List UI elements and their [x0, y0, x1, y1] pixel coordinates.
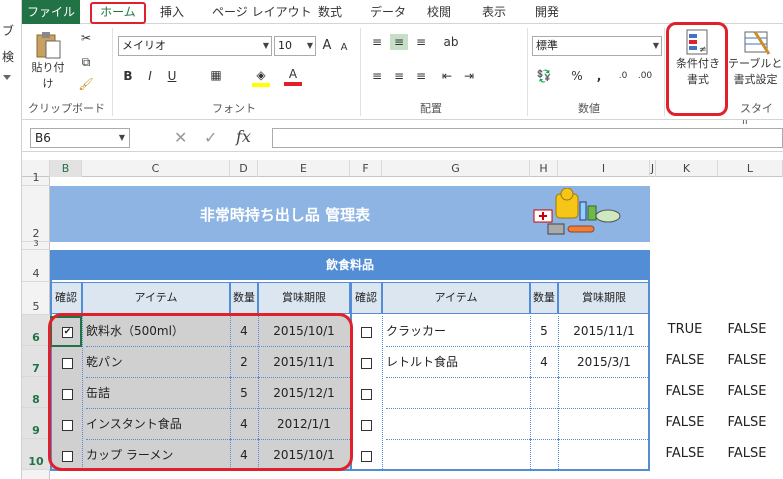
right-item-1: クラッカー	[386, 316, 530, 347]
checkbox-right-2[interactable]	[361, 358, 372, 369]
flag-l-6: FALSE	[727, 322, 767, 337]
right-expiry-5	[558, 440, 650, 471]
selection-highlight	[48, 313, 353, 471]
grid-line	[558, 316, 559, 471]
right-qty-5	[530, 440, 558, 471]
right-item-5	[386, 440, 530, 471]
right-qty-3	[530, 378, 558, 409]
right-expiry-4	[558, 409, 650, 440]
flag-l-10: FALSE	[727, 446, 767, 461]
grid-line	[530, 316, 531, 471]
flag-k-9: FALSE	[665, 415, 705, 430]
right-item-4	[386, 409, 530, 440]
right-qty-4	[530, 409, 558, 440]
right-expiry-2: 2015/3/1	[558, 347, 650, 378]
table-border-right	[648, 250, 650, 471]
right-expiry-3	[558, 378, 650, 409]
right-expiry-1: 2015/11/1	[558, 316, 650, 347]
right-item-3	[386, 378, 530, 409]
flag-k-10: FALSE	[665, 446, 705, 461]
checkbox-right-5[interactable]	[361, 451, 372, 462]
grid-line	[382, 316, 383, 471]
flag-l-7: FALSE	[727, 353, 767, 368]
checkbox-right-1[interactable]	[361, 327, 372, 338]
flag-k-6: TRUE	[667, 322, 703, 337]
right-item-2: レトルト食品	[386, 347, 530, 378]
checkbox-right-4[interactable]	[361, 420, 372, 431]
right-qty-1: 5	[530, 316, 558, 347]
flag-k-7: FALSE	[665, 353, 705, 368]
flag-l-9: FALSE	[727, 415, 767, 430]
right-qty-2: 4	[530, 347, 558, 378]
checkbox-right-3[interactable]	[361, 389, 372, 400]
flag-l-8: FALSE	[727, 384, 767, 399]
flag-k-8: FALSE	[665, 384, 705, 399]
